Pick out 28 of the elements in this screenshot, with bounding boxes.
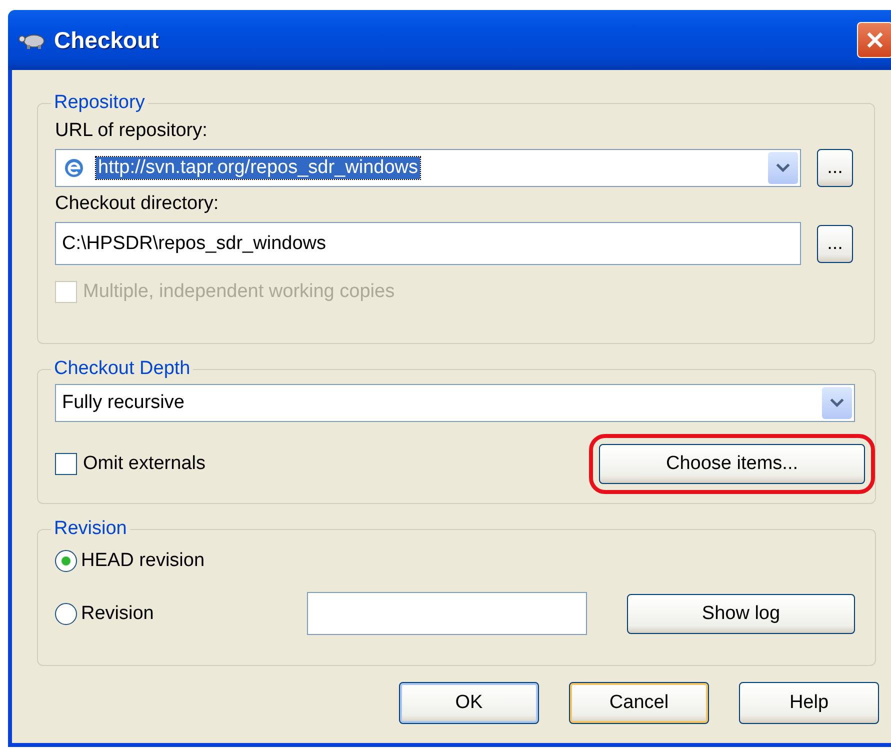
revision-field[interactable] (307, 592, 587, 635)
radio-label: HEAD revision (81, 550, 206, 572)
dialog-button[interactable]: OK (399, 682, 539, 724)
radio-button[interactable] (55, 550, 77, 572)
depth-dropdown[interactable]: Fully recursive (55, 384, 855, 422)
dialog-button[interactable]: Help (739, 682, 879, 724)
dropdown-value: Fully recursive (62, 392, 184, 414)
group-title: Checkout Depth (53, 358, 192, 380)
url-combo-box[interactable]: http://svn.tapr.org/repos_sdr_windows (55, 149, 801, 187)
close-button[interactable] (857, 22, 891, 58)
field-label: URL of repository: (55, 120, 208, 142)
dialog-button[interactable]: Cancel (569, 682, 709, 724)
browse-button[interactable]: ... (817, 224, 853, 262)
field-label: Checkout directory: (55, 193, 220, 215)
checkbox-label: Multiple, independent working copies (83, 281, 395, 303)
checkbox-label: Omit externals (83, 453, 206, 475)
checkbox[interactable] (55, 453, 77, 475)
directory-field[interactable]: C:\HPSDR\repos_sdr_windows (55, 222, 801, 265)
url-value: http://svn.tapr.org/repos_sdr_windows (96, 157, 420, 179)
group-title: Repository (53, 92, 146, 114)
choose-items-button[interactable]: Choose items... (599, 444, 865, 484)
globe-e-icon (62, 156, 86, 180)
radio-button[interactable] (55, 602, 77, 624)
group-title: Revision (53, 518, 128, 540)
radio-label: Revision (81, 602, 155, 624)
browse-button[interactable]: ... (817, 149, 853, 187)
show-log-button[interactable]: Show log (627, 594, 855, 634)
window-title: Checkout (54, 26, 159, 54)
